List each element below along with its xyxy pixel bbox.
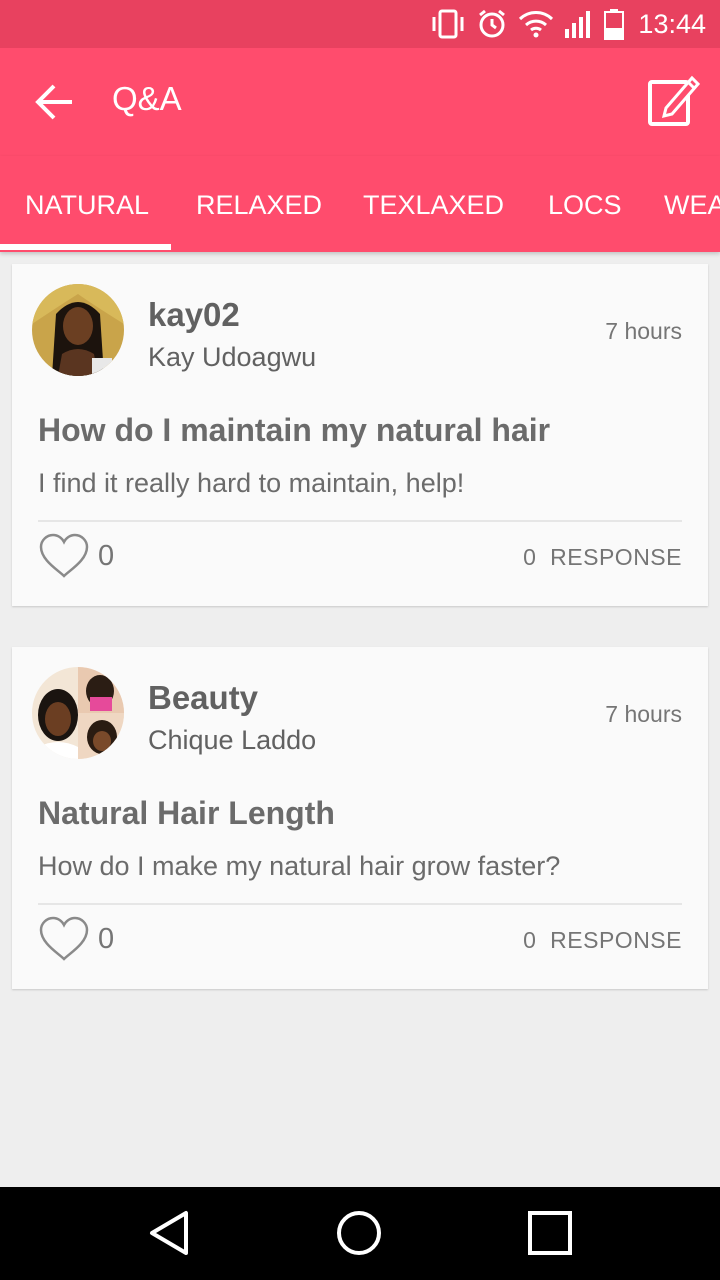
back-button[interactable] — [34, 82, 78, 122]
tab-relaxed[interactable]: RELAXED — [196, 156, 322, 252]
like-count: 0 — [98, 923, 115, 955]
recents-square-icon — [528, 1211, 572, 1255]
response-label: RESPONSE — [550, 544, 682, 570]
tab-weave[interactable]: WEA — [664, 156, 720, 252]
response-count: 0 — [523, 927, 537, 953]
question-body: I find it really hard to maintain, help! — [38, 468, 465, 498]
question-body: How do I make my natural hair grow faste… — [38, 851, 561, 881]
alarm-icon — [479, 9, 506, 38]
avatar[interactable] — [32, 284, 124, 376]
divider — [38, 520, 682, 522]
compose-icon — [648, 75, 701, 126]
nav-home-button[interactable] — [331, 1207, 387, 1259]
question-card[interactable]: kay02 Kay Udoagwu 7 hours How do I maint… — [12, 264, 708, 606]
arrow-back-icon — [35, 84, 72, 120]
status-time: 13:44 — [638, 8, 706, 39]
response-button[interactable]: 0 RESPONSE — [523, 927, 682, 954]
question-title: Natural Hair Length — [38, 795, 335, 831]
tab-texlaxed[interactable]: TEXLAXED — [363, 156, 504, 252]
page-title: Q&A — [112, 80, 182, 117]
signal-icon — [565, 11, 591, 38]
like-button[interactable] — [38, 915, 90, 963]
tab-natural[interactable]: NATURAL — [25, 156, 149, 252]
like-button[interactable] — [38, 532, 90, 580]
response-count: 0 — [523, 544, 537, 570]
heart-icon — [39, 533, 89, 578]
compose-button[interactable] — [644, 72, 701, 128]
like-count: 0 — [98, 540, 115, 572]
battery-icon — [604, 9, 625, 40]
full-name: Kay Udoagwu — [148, 342, 317, 372]
heart-icon — [39, 916, 89, 961]
category-tabs: NATURAL RELAXED TEXLAXED LOCS WEA — [0, 156, 720, 252]
post-time: 7 hours — [605, 318, 682, 344]
home-circle-icon — [337, 1211, 381, 1255]
nav-recents-button[interactable] — [522, 1207, 578, 1259]
tab-locs[interactable]: LOCS — [548, 156, 622, 252]
divider — [38, 903, 682, 905]
question-card[interactable]: Beauty Chique Laddo 7 hours Natural Hair… — [12, 647, 708, 989]
nav-back-button[interactable] — [142, 1207, 198, 1259]
system-nav-bar — [0, 1187, 720, 1280]
status-icons: 13:44 — [430, 0, 706, 48]
vibrate-icon — [432, 9, 464, 39]
response-button[interactable]: 0 RESPONSE — [523, 544, 682, 571]
response-label: RESPONSE — [550, 927, 682, 953]
username[interactable]: kay02 — [148, 296, 240, 334]
username[interactable]: Beauty — [148, 679, 258, 717]
full-name: Chique Laddo — [148, 725, 317, 755]
tab-indicator — [0, 244, 171, 250]
app-toolbar: Q&A — [0, 48, 720, 156]
back-triangle-icon — [150, 1211, 188, 1255]
avatar[interactable] — [32, 667, 124, 759]
status-bar: 13:44 — [0, 0, 720, 48]
wifi-icon — [519, 11, 554, 38]
question-title: How do I maintain my natural hair — [38, 412, 551, 448]
post-time: 7 hours — [605, 701, 682, 727]
